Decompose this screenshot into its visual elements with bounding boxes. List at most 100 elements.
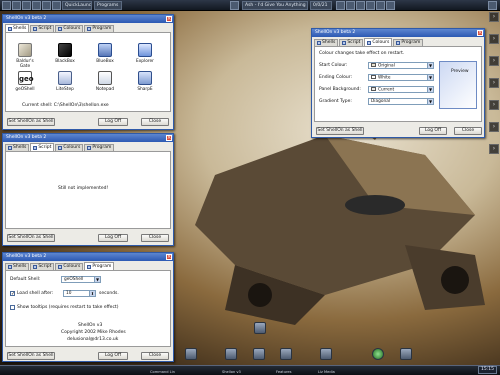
app-icon[interactable] bbox=[42, 1, 51, 10]
tab-script[interactable]: Script bbox=[30, 143, 55, 151]
tab-shells[interactable]: Shells bbox=[5, 263, 30, 270]
tab-script[interactable]: Script bbox=[339, 39, 364, 46]
shellon-window-program: ShellOn v3 beta 2 × Shells Script Colours… bbox=[2, 252, 174, 362]
start-colour-select[interactable]: Original ▼ bbox=[368, 62, 434, 69]
tray-icon[interactable] bbox=[386, 1, 395, 10]
app-icon[interactable] bbox=[52, 1, 61, 10]
window-titlebar[interactable]: ShellOn v3 beta 2 × bbox=[3, 15, 173, 23]
tray-icon[interactable] bbox=[376, 1, 385, 10]
colours-icon bbox=[58, 146, 63, 150]
desktop-shortcut-icon[interactable] bbox=[253, 348, 265, 360]
clock[interactable]: 15:15 bbox=[478, 366, 497, 374]
shell-tile-notepad[interactable]: Notepad bbox=[92, 71, 118, 92]
app-icon[interactable] bbox=[2, 1, 11, 10]
tray-icon[interactable] bbox=[366, 1, 375, 10]
arrow-icon[interactable]: › bbox=[489, 100, 499, 110]
gradient-type-label: Gradient Type: bbox=[319, 99, 352, 104]
desktop-shortcut-icon[interactable] bbox=[400, 348, 412, 360]
window-titlebar[interactable]: ShellOn v3 beta 2 × bbox=[312, 29, 484, 37]
shell-tile-explorer[interactable]: Explorer bbox=[132, 43, 158, 64]
window-titlebar[interactable]: ShellOn v3 beta 2 × bbox=[3, 253, 173, 261]
app-icon[interactable] bbox=[22, 1, 31, 10]
tab-colours[interactable]: Colours bbox=[55, 25, 84, 32]
close-icon[interactable]: × bbox=[166, 254, 172, 260]
load-shell-label: Load shell after: bbox=[17, 291, 54, 296]
arrow-icon[interactable]: › bbox=[489, 78, 499, 88]
arrow-icon[interactable]: › bbox=[489, 122, 499, 132]
arrow-icon[interactable]: › bbox=[489, 34, 499, 44]
tab-shells[interactable]: Shells bbox=[5, 24, 30, 32]
arrow-icon[interactable]: › bbox=[489, 56, 499, 66]
default-shell-select[interactable]: geOShell ▼ bbox=[61, 276, 101, 283]
task-command-line[interactable]: Command Lin bbox=[150, 370, 175, 374]
tray-icon[interactable] bbox=[356, 1, 365, 10]
gradient-type-select[interactable]: Diagonal ▼ bbox=[368, 98, 434, 105]
tab-script[interactable]: Script bbox=[30, 25, 55, 32]
task-features[interactable]: Features bbox=[276, 370, 291, 374]
shell-tile-geoshell[interactable]: geo geOShell bbox=[12, 71, 38, 92]
shell-tile-sharpe[interactable]: SharpE bbox=[132, 71, 158, 92]
taskbar: Command Lin Shellon v3 Features Liz Medi… bbox=[0, 365, 500, 375]
features-shortcut-icon[interactable] bbox=[280, 348, 292, 360]
programs-menu[interactable]: Programs bbox=[94, 1, 122, 10]
close-button[interactable]: Close bbox=[141, 118, 169, 126]
tab-program[interactable]: Program bbox=[84, 262, 115, 270]
app-icon[interactable] bbox=[12, 1, 21, 10]
close-button[interactable]: Close bbox=[141, 352, 169, 360]
shells-icon bbox=[317, 41, 321, 45]
desktop-shortcut-icon[interactable] bbox=[185, 348, 197, 360]
show-tooltips-checkbox[interactable] bbox=[10, 305, 15, 310]
now-playing[interactable]: Ash - I'd Give You Anything bbox=[242, 1, 308, 10]
tab-shells[interactable]: Shells bbox=[314, 39, 339, 46]
media-shortcut-icon[interactable] bbox=[320, 348, 332, 360]
shell-tile-litestep[interactable]: LiteStep bbox=[52, 71, 78, 92]
set-shellon-button[interactable]: Set ShellOn as Shell bbox=[7, 234, 55, 242]
panel-background-select[interactable]: Current ▼ bbox=[368, 86, 434, 93]
tab-program[interactable]: Program bbox=[84, 25, 115, 32]
log-off-button[interactable]: Log Off bbox=[98, 118, 128, 126]
load-shell-checkbox[interactable]: ✓ bbox=[10, 291, 15, 297]
log-off-button[interactable]: Log Off bbox=[419, 127, 447, 135]
ending-colour-select[interactable]: White ▼ bbox=[368, 74, 434, 81]
set-shellon-button[interactable]: Set ShellOn as Shell bbox=[7, 118, 55, 126]
counter-display: 0/0/21 bbox=[310, 1, 332, 10]
bluebox-icon bbox=[98, 43, 112, 57]
script-icon bbox=[342, 41, 347, 45]
close-icon[interactable]: × bbox=[166, 135, 172, 141]
desktop-shortcut-icon[interactable] bbox=[254, 322, 266, 334]
set-shellon-button[interactable]: Set ShellOn as Shell bbox=[7, 352, 55, 360]
close-icon[interactable]: × bbox=[477, 30, 483, 36]
tab-colours[interactable]: Colours bbox=[364, 38, 393, 46]
shell-tile-bluebox[interactable]: BlueBox bbox=[92, 43, 118, 64]
tab-colours[interactable]: Colours bbox=[55, 263, 84, 270]
quicklaunch-menu[interactable]: QuickLaunch bbox=[62, 1, 92, 10]
tray-icon[interactable] bbox=[336, 1, 345, 10]
tab-colours[interactable]: Colours bbox=[55, 144, 84, 151]
network-icon[interactable] bbox=[372, 348, 384, 360]
shell-tile-baldurs-gate[interactable]: Baldur's Gate bbox=[12, 43, 38, 69]
load-delay-stepper[interactable]: 10 ⬍ bbox=[63, 290, 96, 297]
tray-icon[interactable] bbox=[346, 1, 355, 10]
media-icon[interactable] bbox=[230, 1, 239, 10]
tab-bar: Shells Script Colours Program bbox=[3, 23, 173, 32]
shellon-shortcut-icon[interactable] bbox=[225, 348, 237, 360]
log-off-button[interactable]: Log Off bbox=[98, 352, 128, 360]
power-icon[interactable] bbox=[488, 1, 497, 10]
shell-tile-blackbox[interactable]: BlackBox bbox=[52, 43, 78, 64]
window-titlebar[interactable]: ShellOn v3 beta 2 × bbox=[3, 134, 173, 142]
close-button[interactable]: Close bbox=[141, 234, 169, 242]
arrow-icon[interactable]: › bbox=[489, 144, 499, 154]
seconds-unit: seconds. bbox=[99, 291, 119, 296]
app-icon[interactable] bbox=[32, 1, 41, 10]
tab-program[interactable]: Program bbox=[84, 144, 115, 151]
log-off-button[interactable]: Log Off bbox=[98, 234, 128, 242]
tab-script[interactable]: Script bbox=[30, 263, 55, 270]
tab-shells[interactable]: Shells bbox=[5, 144, 30, 151]
set-shellon-button[interactable]: Set ShellOn as Shell bbox=[316, 127, 364, 135]
close-button[interactable]: Close bbox=[454, 127, 482, 135]
close-icon[interactable]: × bbox=[166, 16, 172, 22]
tab-program[interactable]: Program bbox=[393, 39, 424, 46]
task-shellon[interactable]: Shellon v3 bbox=[222, 370, 241, 374]
task-liz-media[interactable]: Liz Media bbox=[318, 370, 335, 374]
arrow-icon[interactable]: › bbox=[489, 12, 499, 22]
